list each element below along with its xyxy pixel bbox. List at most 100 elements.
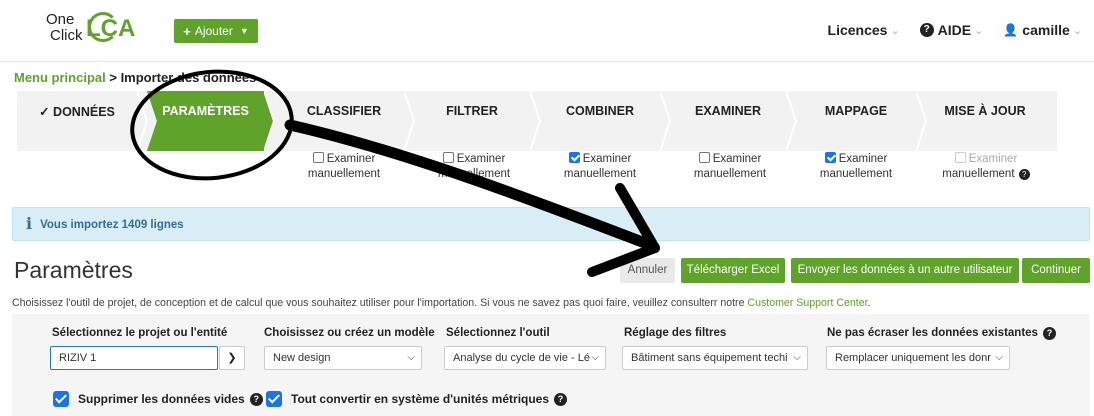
model-select[interactable]: New design ⌵: [264, 346, 422, 370]
review-check-label-2: manuellement: [563, 168, 637, 180]
logo-text-one: One: [46, 11, 75, 28]
breadcrumb-separator: >: [105, 70, 121, 85]
step-label: MAPPAGE: [824, 104, 888, 118]
filters-label: Réglage des filtres: [624, 327, 727, 339]
filters-select-value: Bâtiment sans équipement techi: [631, 352, 788, 364]
user-icon: 👤: [1003, 23, 1019, 37]
overwrite-label-text: Ne pas écraser les données existantes: [827, 327, 1038, 339]
page-title: Paramètres: [14, 257, 133, 283]
filters-select[interactable]: Bâtiment sans équipement techi ⌵: [622, 346, 808, 370]
remove-empty-label: Supprimer les données vides: [78, 392, 245, 406]
chevron-down-icon: ⌄: [974, 24, 984, 37]
model-select-value: New design: [273, 352, 331, 364]
info-icon: i: [26, 214, 33, 233]
step-chevron-separator: [404, 91, 416, 151]
review-manually-mise-a-jour: Examiner manuellement ?: [926, 152, 1046, 188]
step-combiner[interactable]: COMBINER: [540, 91, 660, 151]
review-manually-classifier[interactable]: Examiner manuellement: [284, 152, 404, 188]
add-dropdown-button[interactable]: + Ajouter ▼: [174, 19, 258, 43]
review-check-label: Examiner: [326, 153, 376, 165]
review-check-label: Examiner: [582, 153, 632, 165]
info-banner: i Vous importez 1409 lignes: [12, 207, 1090, 241]
step-chevron-separator: [660, 91, 672, 151]
review-manually-mappage[interactable]: Examiner manuellement: [796, 152, 916, 188]
review-check-label: Examiner: [712, 153, 762, 165]
step-chevron-separator: [530, 91, 542, 151]
remove-empty-option[interactable]: Supprimer les données vides?: [53, 391, 263, 407]
nav-help[interactable]: ? AIDE ⌄: [919, 22, 984, 38]
review-check-label: Examiner: [968, 153, 1018, 165]
help-circle-icon[interactable]: ?: [1042, 327, 1056, 340]
help-circle-icon[interactable]: ?: [1018, 169, 1030, 180]
review-check-label-2: manuellement: [819, 168, 893, 180]
nav-user-label: camille: [1022, 22, 1070, 38]
step-chevron-end: [1044, 91, 1054, 151]
step-classifier[interactable]: CLASSIFIER: [284, 91, 404, 151]
step-label: EXAMINER: [695, 104, 761, 118]
continue-button[interactable]: Continuer: [1022, 258, 1090, 283]
step-chevron-separator: [786, 91, 798, 151]
checkbox-checked[interactable]: [824, 152, 836, 163]
one-click-lca-logo[interactable]: One Click LCA: [46, 12, 136, 52]
breadcrumb-current: Importer des données: [120, 70, 257, 85]
project-input[interactable]: RIZIV 1: [50, 346, 218, 370]
tool-select[interactable]: Analyse du cycle de vie - Lé ⌵: [444, 346, 606, 370]
step-filtrer[interactable]: FILTRER: [414, 91, 530, 151]
cancel-button[interactable]: Annuler: [620, 258, 675, 283]
review-check-label: Examiner: [838, 153, 888, 165]
tool-select-value: Analyse du cycle de vie - Lé: [453, 352, 590, 364]
instructions-text: Choisissez l'outil de projet, de concept…: [12, 297, 871, 309]
review-check-label-2: manuellement: [693, 168, 767, 180]
nav-user[interactable]: 👤 camille ⌄: [1003, 22, 1082, 38]
customer-support-link[interactable]: Customer Support Center: [747, 297, 867, 309]
project-label: Sélectionnez le projet ou l'entité: [52, 327, 228, 339]
review-manually-combiner[interactable]: Examiner manuellement: [540, 152, 660, 188]
overwrite-label: Ne pas écraser les données existantes?: [827, 327, 1056, 340]
chevron-down-icon: ❯: [227, 352, 237, 364]
step-label: MISE À JOUR: [944, 104, 1026, 118]
breadcrumb-link-main-menu[interactable]: Menu principal: [14, 70, 106, 85]
checkbox-unchecked[interactable]: [698, 152, 710, 163]
review-check-label-2: manuellement: [437, 168, 511, 180]
overwrite-select[interactable]: Remplacer uniquement les donr ⌵: [826, 346, 1010, 370]
chevron-down-icon: ⌵: [793, 352, 801, 363]
step-mappage[interactable]: MAPPAGE: [796, 91, 916, 151]
step-label: ✓ DONNÉES: [39, 105, 115, 119]
overwrite-select-value: Remplacer uniquement les donr: [835, 352, 991, 364]
review-check-label-2: manuellement: [307, 168, 381, 180]
review-manually-filtrer[interactable]: Examiner manuellement: [414, 152, 534, 188]
convert-metric-option[interactable]: Tout convertir en système d'unités métri…: [266, 391, 568, 407]
review-manually-examiner[interactable]: Examiner manuellement: [670, 152, 790, 188]
help-circle-icon[interactable]: ?: [554, 392, 568, 406]
checkbox-checked[interactable]: [266, 391, 282, 407]
nav-licences[interactable]: Licences ⌄: [828, 22, 900, 38]
checkbox-unchecked[interactable]: [442, 152, 454, 163]
step-mise-a-jour[interactable]: MISE À JOUR: [926, 91, 1044, 151]
info-banner-text: Vous importez 1409 lignes: [40, 219, 184, 231]
chevron-down-icon: ⌄: [1072, 24, 1082, 37]
step-examiner[interactable]: EXAMINER: [670, 91, 786, 151]
review-check-label: Examiner: [456, 153, 506, 165]
top-navbar: One Click LCA + Ajouter ▼ Licences ⌄ ? AI…: [0, 0, 1094, 62]
model-label: Choisissez ou créez un modèle: [264, 327, 435, 339]
step-parametres[interactable]: PARAMÈTRES: [147, 91, 264, 151]
chevron-down-icon: ⌵: [407, 352, 415, 363]
chevron-down-icon: ⌵: [995, 352, 1003, 363]
step-label: FILTRER: [446, 104, 498, 118]
help-circle-icon: ?: [919, 23, 934, 37]
checkbox-checked[interactable]: [568, 152, 580, 163]
checkbox-unchecked[interactable]: [312, 152, 324, 163]
nav-licences-label: Licences: [827, 22, 888, 38]
project-dropdown-toggle[interactable]: ❯: [219, 346, 245, 370]
add-button-label: Ajouter: [194, 24, 233, 38]
logo-text-lca: LCA: [86, 15, 136, 42]
download-excel-button[interactable]: Télécharger Excel: [681, 258, 785, 283]
review-check-label-2: manuellement: [942, 168, 1015, 180]
checkbox-checked[interactable]: [53, 391, 69, 407]
step-donnees[interactable]: ✓ DONNÉES: [17, 91, 137, 151]
help-circle-icon[interactable]: ?: [249, 392, 263, 406]
instructions-body: Choisissez l'outil de projet, de concept…: [12, 297, 748, 309]
step-label: CLASSIFIER: [306, 104, 382, 118]
checkbox-disabled: [954, 152, 966, 163]
send-to-user-button[interactable]: Envoyer les données à un autre utilisate…: [791, 258, 1019, 283]
